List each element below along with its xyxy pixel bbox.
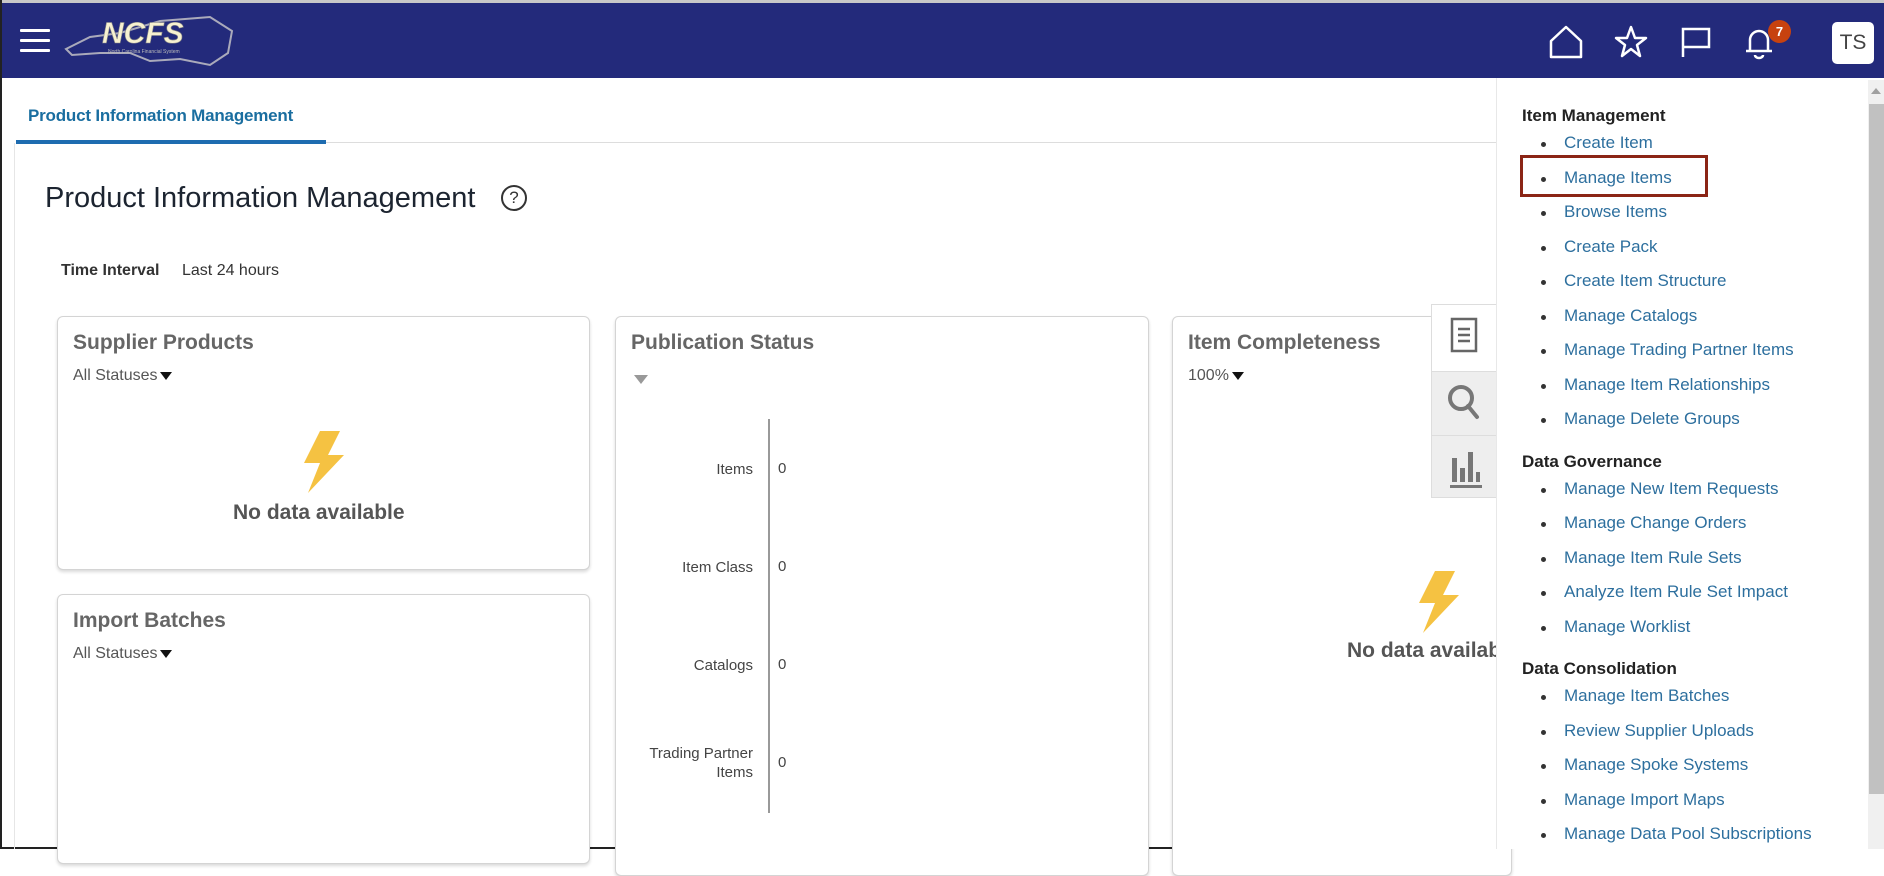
page-title: Product Information Management [45, 182, 476, 214]
svg-text:North Carolina Financial Syste: North Carolina Financial System [108, 49, 180, 55]
panel-link-analyze-item-rule-set-impact[interactable]: Analyze Item Rule Set Impact [1541, 582, 1788, 602]
chart-category-label: Items [716, 460, 753, 479]
chart-category-label: Catalogs [694, 656, 753, 675]
tab-label: Product Information Management [28, 106, 294, 125]
card-title: Import Batches [73, 609, 226, 632]
filter-value: All Statuses [73, 367, 158, 384]
label-line: Item Class [682, 558, 753, 576]
panel-link-manage-new-item-requests[interactable]: Manage New Item Requests [1541, 479, 1779, 499]
panel-section-heading: Data Consolidation [1522, 659, 1677, 678]
scroll-up-arrow[interactable] [1871, 88, 1881, 94]
chart-value-label: 0 [778, 558, 787, 575]
panel-link-manage-item-rule-sets[interactable]: Manage Item Rule Sets [1541, 548, 1742, 568]
panel-link-manage-import-maps[interactable]: Manage Import Maps [1541, 790, 1725, 810]
label-line: Trading Partner [649, 745, 753, 762]
lightning-icon [1419, 571, 1459, 633]
panel-link-review-supplier-uploads[interactable]: Review Supplier Uploads [1541, 721, 1754, 741]
tasks-icon [1450, 317, 1478, 353]
tasks-tab[interactable] [1432, 305, 1496, 371]
panel-link-create-item[interactable]: Create Item [1541, 133, 1653, 153]
panel-link-manage-delete-groups[interactable]: Manage Delete Groups [1541, 409, 1740, 429]
panel-section-heading: Data Governance [1522, 451, 1662, 471]
no-data-message: No data available [233, 501, 405, 524]
svg-text:NCFS: NCFS [102, 17, 184, 50]
chart-axis [768, 419, 770, 813]
tab-product-information-management[interactable]: Product Information Management [16, 100, 326, 144]
panel-link-manage-item-batches[interactable]: Manage Item Batches [1540, 686, 1729, 706]
card-title: Publication Status [631, 331, 815, 354]
supplier-products-card: Supplier Products All Statuses No data a… [57, 316, 590, 570]
active-tab-indicator [16, 140, 326, 144]
panel-link-manage-worklist[interactable]: Manage Worklist [1540, 617, 1690, 637]
notification-badge: 7 [1768, 20, 1791, 43]
label-line: Items [716, 460, 753, 478]
no-data-message: No data available [1347, 639, 1512, 662]
chart-value-label: 0 [778, 656, 787, 673]
caret-down-icon[interactable] [634, 375, 648, 384]
caret-down-icon [160, 650, 173, 658]
caret-down-icon [160, 372, 173, 380]
star-icon[interactable] [1612, 23, 1650, 61]
time-interval-label: Time Interval [61, 262, 160, 279]
filter-value: All Statuses [73, 645, 158, 662]
analytics-icon [1450, 452, 1482, 488]
time-interval-value[interactable]: Last 24 hours [182, 262, 279, 280]
panel-link-manage-trading-partner-items[interactable]: Manage Trading Partner Items [1541, 340, 1794, 360]
completeness-filter-dropdown[interactable]: 100% [1188, 367, 1244, 385]
analytics-tab[interactable] [1432, 435, 1496, 499]
panel-link-create-item-structure[interactable]: Create Item Structure [1541, 271, 1727, 291]
lightning-icon [304, 431, 344, 493]
panel-link-manage-item-relationships[interactable]: Manage Item Relationships [1540, 375, 1770, 395]
panel-link-manage-change-orders[interactable]: Manage Change Orders [1540, 513, 1746, 533]
panel-scrollbar[interactable] [1868, 80, 1884, 849]
content-border [14, 143, 15, 849]
import-batches-card: Import Batches All Statuses [57, 594, 590, 864]
chart-value-label: 0 [778, 460, 787, 477]
menu-icon[interactable] [20, 29, 50, 53]
caret-down-icon [1231, 372, 1244, 380]
filter-value: 100% [1188, 367, 1229, 384]
panel-link-browse-items[interactable]: Browse Items [1541, 202, 1667, 222]
help-icon[interactable]: ? [501, 185, 527, 211]
chart-category-label: Trading Partner Items [649, 744, 753, 782]
panel-link-manage-data-pool-subscriptions[interactable]: Manage Data Pool Subscriptions [1541, 824, 1812, 844]
label-line: Items [716, 764, 753, 781]
side-tabs [1431, 304, 1497, 498]
search-tab[interactable] [1432, 371, 1496, 435]
status-filter-dropdown[interactable]: All Statuses [73, 645, 173, 663]
tab-divider [326, 142, 1496, 143]
ncfs-logo[interactable]: NCFS North Carolina Financial System [60, 9, 240, 71]
panel-link-create-pack[interactable]: Create Pack [1541, 237, 1658, 257]
chart-value-label: 0 [778, 754, 787, 771]
panel-link-manage-catalogs[interactable]: Manage Catalogs [1540, 306, 1697, 326]
highlight-box-manage-items [1520, 155, 1708, 197]
scrollbar-thumb[interactable] [1869, 104, 1884, 794]
global-header: NCFS North Carolina Financial System 7 T… [2, 3, 1884, 78]
search-icon [1448, 385, 1479, 419]
panel-section-heading: Item Management [1522, 106, 1666, 125]
label-line: Catalogs [693, 656, 753, 674]
publication-status-card: Publication Status Items 0 Item Class 0 Cata… [615, 316, 1149, 876]
flag-icon[interactable] [1677, 23, 1715, 61]
user-avatar[interactable]: TS [1832, 22, 1874, 64]
chart-category-label: Item Class [682, 558, 753, 577]
status-filter-dropdown[interactable]: All Statuses [73, 367, 173, 385]
home-icon[interactable] [1547, 23, 1585, 61]
card-title: Supplier Products [73, 331, 254, 354]
card-title: Item Completeness [1188, 331, 1381, 354]
panel-link-manage-spoke-systems[interactable]: Manage Spoke Systems [1540, 755, 1748, 775]
